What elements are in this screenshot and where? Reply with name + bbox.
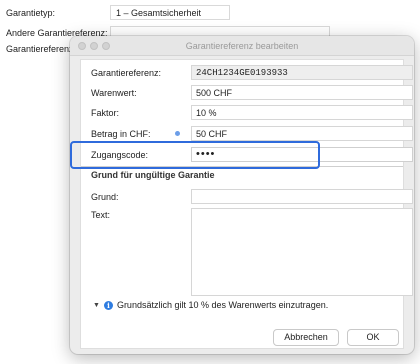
garantietyp-select[interactable]: 1 – Gesamtsicherheit — [110, 5, 230, 20]
betrag-field[interactable]: 50 CHF — [191, 126, 413, 141]
background-garantiereferenz-label: Garantiereferenz: — [6, 44, 77, 54]
warenwert-label: Warenwert: — [91, 88, 137, 98]
warenwert-field[interactable]: 500 CHF — [191, 85, 413, 100]
zugangscode-highlight — [70, 141, 320, 169]
close-window-button[interactable] — [78, 42, 86, 50]
dialog-content-panel: Garantiereferenz: 24CH1234GE0193933 Ware… — [80, 59, 413, 349]
garantietyp-label: Garantietyp: — [6, 8, 56, 18]
dialog-title: Garantiereferenz bearbeiten — [185, 41, 299, 51]
minimize-window-button[interactable] — [90, 42, 98, 50]
betrag-label: Betrag in CHF: — [91, 129, 151, 139]
grund-field[interactable] — [191, 189, 413, 204]
garantiereferenz-label: Garantiereferenz: — [91, 68, 162, 78]
info-text: Grundsätzlich gilt 10 % des Warenwerts e… — [116, 300, 329, 310]
faktor-field[interactable]: 10 % — [191, 105, 413, 120]
text-area[interactable] — [191, 208, 413, 296]
text-label: Text: — [91, 210, 111, 220]
faktor-label: Faktor: — [91, 108, 120, 118]
focus-dot-marker — [175, 131, 180, 136]
edit-guarantee-dialog: Garantiereferenz bearbeiten Garantierefe… — [70, 36, 414, 354]
garantiereferenz-field[interactable]: 24CH1234GE0193933 — [191, 65, 413, 80]
info-icon: i — [103, 300, 113, 310]
info-row: ▼ i Grundsätzlich gilt 10 % des Warenwer… — [93, 300, 328, 310]
grund-label: Grund: — [91, 192, 119, 202]
ok-button[interactable]: OK — [347, 329, 399, 346]
section-title: Grund für ungültige Garantie — [91, 170, 215, 180]
zoom-window-button[interactable] — [102, 42, 110, 50]
disclosure-triangle-icon[interactable]: ▼ — [93, 302, 100, 309]
cancel-button[interactable]: Abbrechen — [273, 329, 339, 346]
dialog-titlebar: Garantiereferenz bearbeiten — [70, 36, 414, 56]
